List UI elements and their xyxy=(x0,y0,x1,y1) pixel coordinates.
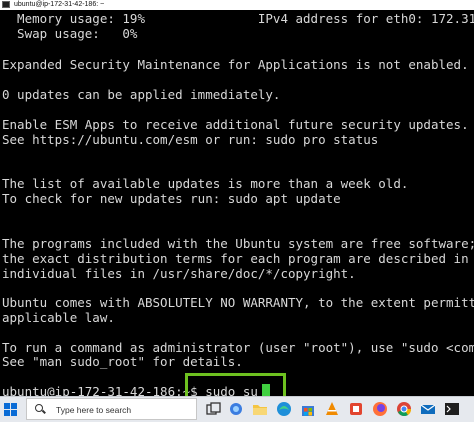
vlc-icon[interactable] xyxy=(324,401,340,417)
windows-taskbar: Type here to search xyxy=(0,396,474,422)
terminal-line: See https://ubuntu.com/esm or run: sudo … xyxy=(2,132,379,147)
office-icon[interactable] xyxy=(348,401,364,417)
terminal-line: individual files in /usr/share/doc/*/cop… xyxy=(2,266,356,281)
window-title: ubuntu@ip-172-31-42-186: ~ xyxy=(14,1,105,8)
terminal-line: The programs included with the Ubuntu sy… xyxy=(2,236,474,251)
terminal-icon xyxy=(2,1,10,8)
terminal-line: applicable law. xyxy=(2,310,115,325)
terminal-line: Expanded Security Maintenance for Applic… xyxy=(2,57,469,72)
microsoft-store-icon[interactable] xyxy=(300,401,316,417)
start-windows-icon[interactable] xyxy=(4,403,17,416)
firefox-icon[interactable] xyxy=(372,401,388,417)
taskbar-search-box[interactable]: Type here to search xyxy=(26,398,197,420)
terminal-line: Ubuntu comes with ABSOLUTELY NO WARRANTY… xyxy=(2,295,474,310)
terminal-line: To run a command as administrator (user … xyxy=(2,340,474,355)
search-icon xyxy=(35,404,43,412)
widgets-icon[interactable] xyxy=(228,401,244,417)
file-explorer-icon[interactable] xyxy=(252,401,268,417)
terminal-line: Enable ESM Apps to receive additional fu… xyxy=(2,117,469,132)
edge-browser-icon[interactable] xyxy=(276,401,292,417)
terminal-output[interactable]: Memory usage: 19% IPv4 address for eth0:… xyxy=(0,10,474,396)
terminal-line: Memory usage: 19% IPv4 address for eth0:… xyxy=(17,11,474,26)
terminal-line: the exact distribution terms for each pr… xyxy=(2,251,474,266)
terminal-line: See "man sudo_root" for details. xyxy=(2,354,243,369)
terminal-line: To check for new updates run: sudo apt u… xyxy=(2,191,341,206)
mail-icon[interactable] xyxy=(420,401,436,417)
task-view-icon[interactable] xyxy=(206,401,222,417)
terminal-app-icon[interactable] xyxy=(444,401,460,417)
terminal-line: 0 updates can be applied immediately. xyxy=(2,87,281,102)
search-placeholder: Type here to search xyxy=(56,405,132,415)
terminal-line: Swap usage: 0% xyxy=(2,26,138,41)
chrome-icon[interactable] xyxy=(396,401,412,417)
terminal-line: The list of available updates is more th… xyxy=(2,176,409,191)
